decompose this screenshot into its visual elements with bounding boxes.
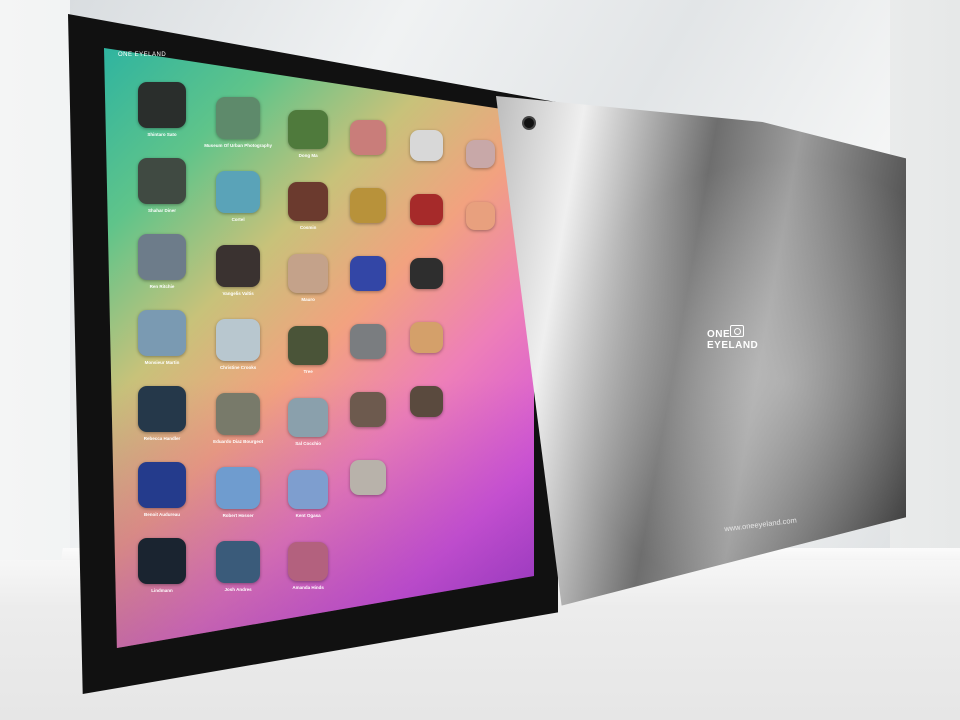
cover-tile-label: Cortel bbox=[231, 217, 245, 223]
cover-tile bbox=[138, 234, 186, 280]
cover-tile bbox=[138, 310, 186, 356]
cover-tile bbox=[216, 319, 261, 362]
cover-tile bbox=[288, 542, 329, 581]
cover-tile bbox=[350, 392, 387, 427]
cover-tile bbox=[138, 462, 186, 508]
cover-tile bbox=[350, 460, 387, 495]
logo-line-2: EYELAND bbox=[707, 340, 759, 351]
cover-tile-label: Sal Cocchio bbox=[295, 440, 322, 446]
cover-tile bbox=[138, 538, 186, 584]
cover-tile bbox=[216, 97, 261, 140]
cover-tile-label: Josh Andres bbox=[224, 587, 252, 593]
cover-tile-label: Eduardo Diaz Bourgeot bbox=[213, 439, 264, 445]
cover-header: ONE EYELAND bbox=[118, 52, 167, 58]
cover-tile-label: Kent Ogasa bbox=[295, 512, 321, 518]
cover-tile bbox=[216, 393, 261, 436]
cover-tile bbox=[288, 470, 329, 509]
cover-tile-label: Shintaro Sato bbox=[147, 132, 177, 137]
cover-tile-label: Amanda Hinds bbox=[292, 584, 324, 590]
cover-tile bbox=[410, 322, 443, 354]
cover-tile-label: Christine Crooks bbox=[219, 365, 257, 371]
cover-tile bbox=[288, 110, 329, 149]
cover-tile bbox=[138, 82, 186, 128]
cover-tile-label: Ren Ritchie bbox=[149, 284, 175, 289]
cover-tile-label: Lindmann bbox=[151, 588, 173, 593]
cover-tile-label: Museum Of Urban Photography bbox=[204, 143, 272, 149]
cover-tile-label: Benoit Audureau bbox=[143, 512, 181, 517]
book-dot bbox=[524, 118, 534, 128]
cover-tile bbox=[350, 256, 387, 291]
cover-tile bbox=[216, 541, 261, 584]
cover-tile bbox=[410, 194, 443, 226]
camera-logo-icon bbox=[730, 325, 744, 337]
cover-tile bbox=[288, 182, 329, 221]
cover-tile bbox=[216, 467, 261, 510]
cover-tile bbox=[288, 398, 329, 437]
cover-tile-label: Robert Hosser bbox=[222, 513, 254, 519]
cover-tile bbox=[288, 326, 329, 365]
cover-tile bbox=[350, 120, 387, 155]
cover-tile bbox=[410, 130, 443, 162]
cover-tile-label: Dong Ma bbox=[298, 152, 318, 158]
cover-tile bbox=[216, 245, 261, 288]
cover-tile-label: Mauro bbox=[301, 296, 315, 302]
cover-tile-label: Monsieur Martin bbox=[144, 360, 180, 365]
cover-tile bbox=[466, 140, 495, 168]
cover-tile-label: Vangelis Valtis bbox=[222, 291, 254, 297]
cover-tile bbox=[288, 254, 329, 293]
cover-tile bbox=[350, 324, 387, 359]
cover-tile-label: Rebecca Handler bbox=[143, 436, 181, 441]
cover-tile-label: Cosmin bbox=[299, 224, 317, 230]
logo-line-1: ONE bbox=[707, 329, 731, 340]
cover-tile bbox=[138, 158, 186, 204]
cover-tile-label: Tree bbox=[303, 368, 313, 374]
cover-tile bbox=[138, 386, 186, 432]
cover-tile bbox=[410, 386, 443, 418]
cover-tile bbox=[350, 188, 387, 223]
cover-tile-label: Shahar Diner bbox=[147, 208, 176, 213]
cover-tile bbox=[216, 171, 261, 214]
cover-tile bbox=[466, 202, 495, 230]
cover-tile bbox=[410, 258, 443, 290]
